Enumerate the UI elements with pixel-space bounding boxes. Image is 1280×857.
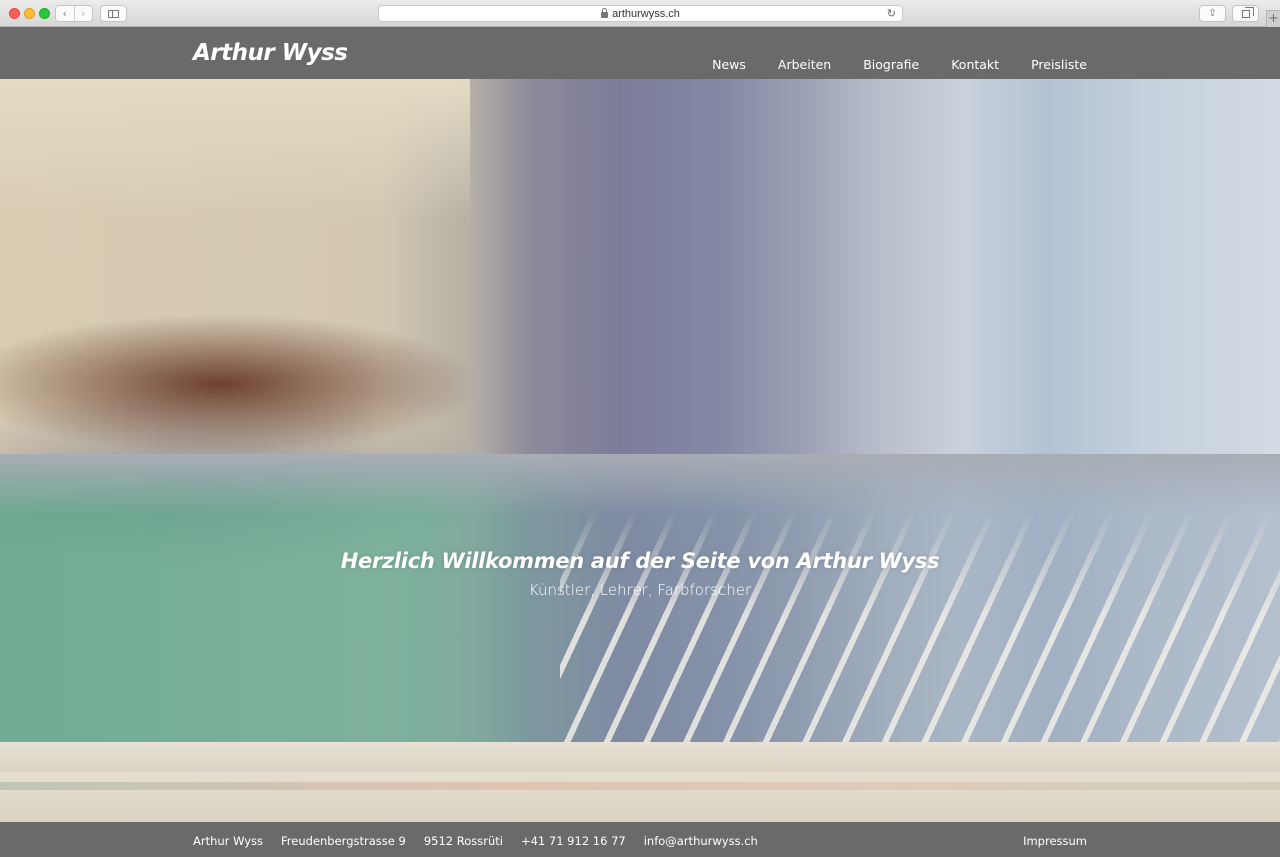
lock-icon — [601, 7, 609, 18]
browser-toolbar: ‹ › arthurwyss.ch ↻ ⇪ + — [0, 0, 1280, 27]
minimize-window-button[interactable] — [24, 8, 35, 19]
nav-item-biografie[interactable]: Biografie — [863, 57, 919, 72]
footer-email[interactable]: info@arthurwyss.ch — [644, 834, 758, 848]
back-button[interactable]: ‹ — [56, 6, 74, 21]
nav-item-arbeiten[interactable]: Arbeiten — [778, 57, 831, 72]
forward-button[interactable]: › — [73, 6, 93, 21]
sidebar-toggle-button[interactable] — [100, 5, 127, 22]
sidebar-icon — [108, 9, 119, 18]
hero-table-surface — [0, 772, 1280, 822]
close-window-button[interactable] — [9, 8, 20, 19]
history-nav: ‹ › — [55, 5, 93, 22]
new-tab-button[interactable]: + — [1266, 10, 1280, 27]
footer-street: Freudenbergstrasse 9 — [281, 834, 406, 848]
plus-icon: + — [1268, 11, 1279, 25]
footer-contact-info: Arthur Wyss Freudenbergstrasse 9 9512 Ro… — [193, 834, 776, 848]
reload-icon[interactable]: ↻ — [887, 7, 896, 20]
footer-name: Arthur Wyss — [193, 834, 264, 848]
zoom-window-button[interactable] — [39, 8, 50, 19]
site-header: Arthur Wyss News Arbeiten Biografie Kont… — [0, 27, 1280, 79]
hero-artwork-stripes — [560, 509, 1280, 749]
main-nav: News Arbeiten Biografie Kontakt Preislis… — [680, 57, 1087, 72]
nav-item-kontakt[interactable]: Kontakt — [951, 57, 999, 72]
hero-title: Herzlich Willkommen auf der Seite von Ar… — [340, 549, 940, 573]
address-bar[interactable]: arthurwyss.ch ↻ — [378, 5, 903, 22]
site-footer: Arthur Wyss Freudenbergstrasse 9 9512 Ro… — [0, 822, 1280, 857]
footer-impressum-link[interactable]: Impressum — [1023, 834, 1087, 848]
hero-section: Herzlich Willkommen auf der Seite von Ar… — [0, 79, 1280, 822]
site-logo[interactable]: Arthur Wyss — [193, 40, 348, 66]
url-text: arthurwyss.ch — [612, 7, 680, 20]
nav-item-preisliste[interactable]: Preisliste — [1031, 57, 1087, 72]
hero-board-edge — [0, 742, 1280, 772]
nav-item-news[interactable]: News — [712, 57, 746, 72]
share-button[interactable]: ⇪ — [1199, 5, 1226, 22]
hero-subtitle: Künstler, Lehrer, Farbforscher — [528, 581, 752, 599]
footer-city: 9512 Rossrüti — [423, 834, 503, 848]
footer-phone: +41 71 912 16 77 — [520, 834, 626, 848]
chevron-right-icon: › — [81, 7, 86, 20]
chevron-left-icon: ‹ — [62, 7, 67, 20]
share-icon: ⇪ — [1208, 8, 1217, 19]
show-tabs-button[interactable] — [1232, 5, 1259, 22]
tabs-icon — [1241, 6, 1254, 18]
